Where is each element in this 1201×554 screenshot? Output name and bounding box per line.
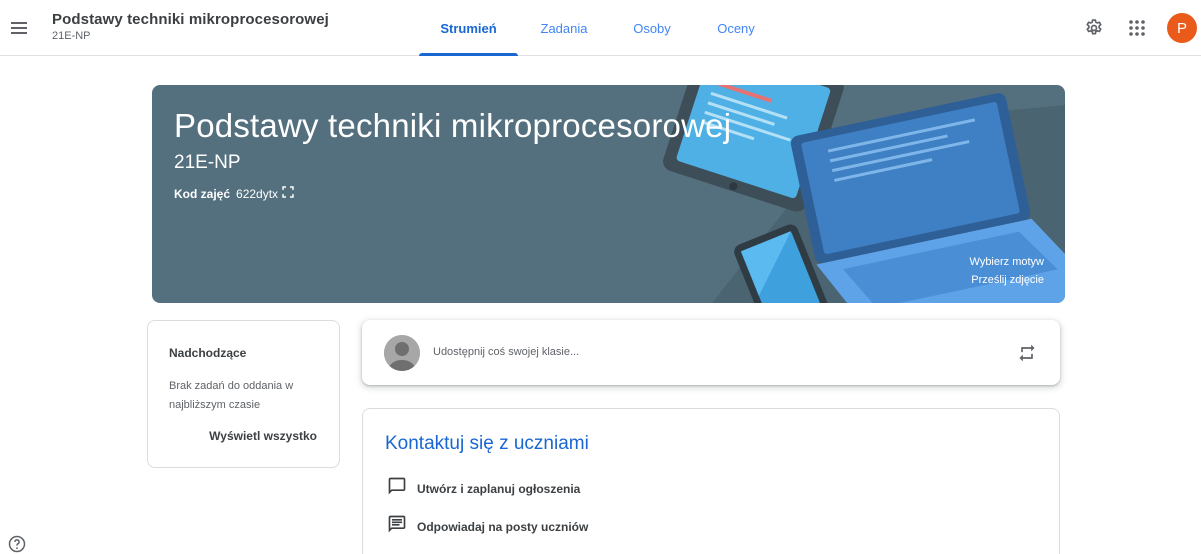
- banner-section: 21E-NP: [174, 152, 241, 173]
- tab-bar: Strumień Zadania Osoby Oceny: [419, 0, 778, 56]
- repost-icon[interactable]: [1015, 341, 1039, 365]
- upload-photo-link[interactable]: Prześlij zdjęcie: [971, 274, 1044, 286]
- banner-title: Podstawy techniki mikroprocesorowej: [174, 107, 732, 144]
- contact-title: Kontaktuj się z uczniami: [385, 433, 589, 454]
- fullscreen-icon[interactable]: [282, 186, 294, 201]
- tab-stream[interactable]: Strumień: [419, 0, 518, 56]
- reply-posts-label: Odpowiadaj na posty uczniów: [417, 519, 589, 534]
- class-section: 21E-NP: [52, 30, 91, 42]
- share-placeholder[interactable]: Udostępnij coś swojej klasie...: [433, 346, 579, 358]
- tab-people[interactable]: Osoby: [610, 0, 694, 56]
- apps-grid-icon[interactable]: [1125, 16, 1149, 40]
- view-all-button[interactable]: Wyświetl wszystko: [209, 429, 317, 443]
- top-bar: Podstawy techniki mikroprocesorowej 21E-…: [0, 0, 1201, 56]
- class-banner: Podstawy techniki mikroprocesorowej 21E-…: [152, 85, 1065, 303]
- upcoming-card: Nadchodzące Brak zadań do oddania w najb…: [147, 320, 340, 468]
- upcoming-title: Nadchodzące: [169, 346, 247, 360]
- create-announcement-item[interactable]: Utwórz i zaplanuj ogłoszenia: [387, 476, 580, 501]
- class-title[interactable]: Podstawy techniki mikroprocesorowej: [52, 11, 329, 29]
- reply-posts-item[interactable]: Odpowiadaj na posty uczniów: [387, 514, 588, 539]
- choose-theme-link[interactable]: Wybierz motyw: [970, 256, 1044, 268]
- tab-classwork[interactable]: Zadania: [518, 0, 610, 56]
- user-avatar: [384, 335, 420, 371]
- class-title-block[interactable]: Podstawy techniki mikroprocesorowej 21E-…: [52, 11, 329, 44]
- help-icon[interactable]: [7, 534, 27, 554]
- account-avatar[interactable]: P: [1167, 13, 1197, 43]
- share-box[interactable]: Udostępnij coś swojej klasie...: [362, 320, 1060, 385]
- comment-icon: [387, 514, 407, 539]
- tab-grades[interactable]: Oceny: [694, 0, 778, 56]
- class-code: Kod zajęć 622dytx: [174, 186, 294, 201]
- upcoming-empty-text: Brak zadań do oddania w najbliższym czas…: [169, 380, 294, 411]
- class-code-value: 622dytx: [236, 186, 279, 201]
- announcement-icon: [387, 476, 407, 501]
- gear-icon[interactable]: [1082, 16, 1106, 40]
- contact-students-card: Kontaktuj się z uczniami Utwórz i zaplan…: [362, 408, 1060, 554]
- menu-icon[interactable]: [8, 16, 32, 40]
- create-announcement-label: Utwórz i zaplanuj ogłoszenia: [417, 481, 581, 496]
- class-code-label: Kod zajęć: [174, 186, 231, 201]
